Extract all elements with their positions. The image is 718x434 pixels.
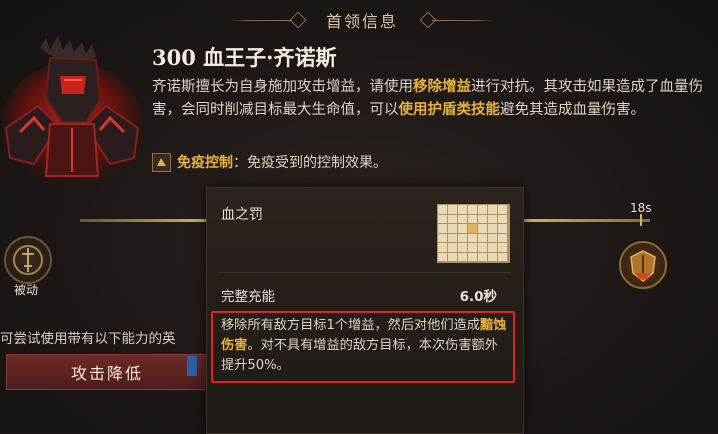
timeline-time: 18s [630, 201, 652, 215]
timeline-bar-left [80, 219, 210, 222]
skill-range-grid [437, 204, 510, 263]
passive-skill-button[interactable] [4, 236, 52, 284]
immune-row: 免疫控制 ：免疫受到的控制效果。 [152, 152, 387, 172]
immune-label: 免疫控制 [177, 155, 233, 171]
blue-ability-chip[interactable] [187, 356, 197, 376]
skill-tooltip: 血之罚 完整充能 6.0秒 移除所有敌方目标1个增益，然后对他们造成黯蚀伤害。对… [206, 187, 524, 434]
timeline-tick [640, 214, 642, 226]
boss-desc-highlight-shield: 使用护盾类技能 [398, 102, 501, 118]
charge-value: 6.0秒 [459, 289, 497, 305]
skill-name: 血之罚 [221, 207, 263, 223]
header-ornament-right [432, 20, 494, 21]
skill-desc-text-1: 移除所有敌方目标1个增益，然后对他们造成 [221, 318, 480, 333]
boss-skill-button[interactable] [619, 241, 667, 289]
passive-label: 被动 [14, 283, 39, 297]
timeline-bar-right [522, 219, 650, 222]
shield-armor-icon [630, 250, 656, 282]
ability-hint: 可尝试使用带有以下能力的英 [0, 331, 176, 347]
boss-description: 齐诺斯擅长为自身施加攻击增益，请使用移除增益进行对抗。其攻击如果造成了血量伤害，… [152, 76, 708, 122]
boss-portrait [2, 36, 142, 186]
tooltip-divider [219, 272, 511, 273]
page-title: 首领信息 [325, 12, 398, 31]
immune-text: ：免疫受到的控制效果。 [233, 155, 387, 171]
boss-desc-text-1: 齐诺斯擅长为自身施加攻击增益，请使用 [152, 79, 413, 95]
immune-control-icon [152, 152, 171, 172]
charge-label: 完整充能 [221, 289, 275, 305]
boss-name: 300 血王子·齐诺斯 [152, 45, 337, 70]
boss-desc-text-3: 避免其造成血量伤害。 [500, 102, 645, 118]
passive-skill-icon [13, 245, 43, 275]
attack-reduce-button[interactable]: 攻击降低 [6, 354, 208, 390]
skill-desc-text-2: 。对不具有增益的敌方目标，本次伤害额外提升50%。 [221, 338, 498, 373]
skill-description: 移除所有敌方目标1个增益，然后对他们造成黯蚀伤害。对不具有增益的敌方目标，本次伤… [211, 311, 515, 383]
boss-desc-highlight-remove-buff: 移除增益 [413, 79, 471, 95]
header-ornament-left [230, 20, 292, 21]
